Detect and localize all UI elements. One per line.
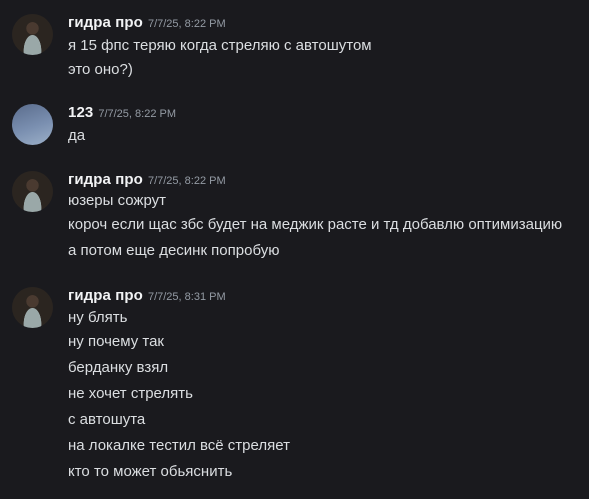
message-text: ну почему так [68, 333, 164, 350]
username[interactable]: гидра про [68, 14, 143, 31]
username[interactable]: 123 [68, 104, 93, 121]
message-text: юзеры сожрут [68, 192, 167, 209]
message-header: 123 7/7/25, 8:22 PM [68, 104, 176, 124]
username[interactable]: гидра про [68, 171, 143, 188]
message-text: не хочет стрелять [68, 385, 193, 402]
avatar[interactable] [12, 14, 53, 55]
chat-messages: гидра про 7/7/25, 8:22 PM я 15 фпс теряю … [0, 0, 589, 499]
avatar[interactable] [12, 287, 53, 328]
message-text: да [68, 127, 86, 144]
message-text: это оно?) [68, 61, 133, 78]
timestamp: 7/7/25, 8:22 PM [147, 175, 226, 187]
message-header: гидра про 7/7/25, 8:31 PM [68, 287, 226, 307]
message-lines: ну блять ну почему так берданку взял не … [68, 309, 290, 489]
message-text: ну блять [68, 309, 128, 326]
message-header: гидра про 7/7/25, 8:22 PM [68, 14, 226, 34]
timestamp: 7/7/25, 8:31 PM [147, 291, 226, 303]
message-text: короч если щас збс будет на меджик расте… [68, 216, 563, 233]
message-lines: да [68, 127, 85, 151]
message-text: на локалке тестил всё стреляет [68, 437, 290, 454]
message-header: гидра про 7/7/25, 8:22 PM [68, 171, 226, 191]
message-text: кто то может обьяснить [68, 463, 233, 480]
message-text: берданку взял [68, 359, 169, 376]
timestamp: 7/7/25, 8:22 PM [147, 18, 226, 30]
message-lines: юзеры сожрут короч если щас збс будет на… [68, 192, 562, 268]
message-text: с автошута [68, 411, 146, 428]
username[interactable]: гидра про [68, 287, 143, 304]
message-lines: я 15 фпс теряю когда стреляю с автошутом… [68, 37, 372, 87]
timestamp: 7/7/25, 8:22 PM [98, 108, 176, 120]
avatar[interactable] [12, 171, 53, 212]
message-text: а потом еще десинк попробую [68, 242, 280, 259]
message-text: я 15 фпс теряю когда стреляю с автошутом [68, 37, 372, 54]
avatar[interactable] [12, 104, 53, 145]
